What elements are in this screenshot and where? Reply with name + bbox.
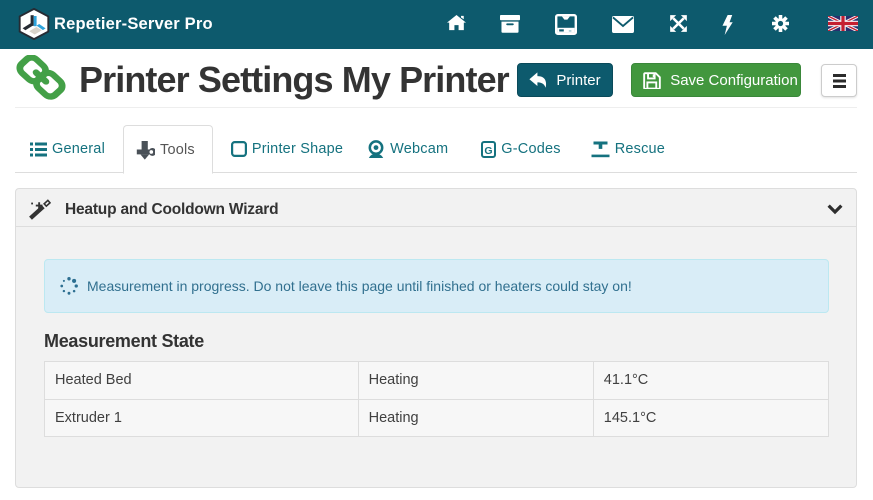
svg-text:G: G [485, 144, 493, 156]
